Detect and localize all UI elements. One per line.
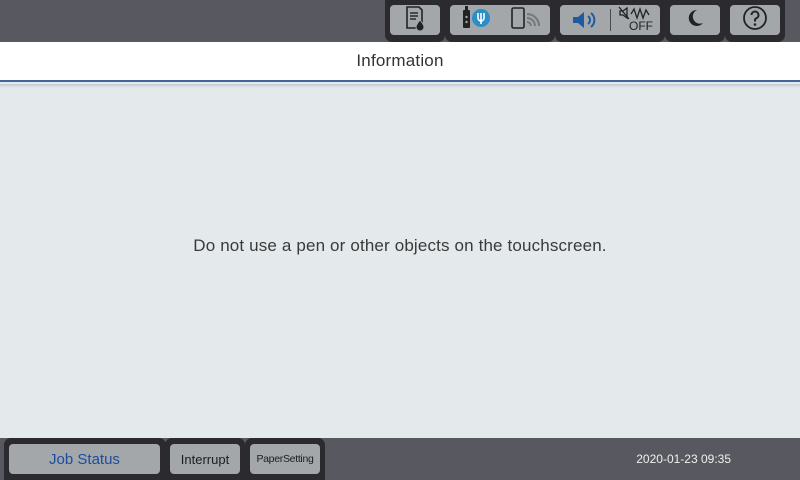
usb-device-icon: [457, 4, 493, 37]
paper-setting-button[interactable]: PaperSetting: [250, 444, 320, 474]
interrupt-label: Interrupt: [180, 451, 230, 467]
wifi-direct-button[interactable]: [500, 5, 550, 35]
paper-setting-group: PaperSetting: [245, 438, 325, 480]
datetime-display: 2020-01-23 09:35: [636, 452, 731, 466]
volume-divider: [610, 9, 611, 31]
document-toner-icon: [402, 5, 428, 36]
message-area: Do not use a pen or other objects on the…: [0, 88, 800, 438]
status-bar: OFF: [0, 0, 800, 42]
job-status-group: Job Status: [4, 438, 166, 480]
mute-off-label: OFF: [629, 19, 653, 33]
wifi-direct-icon: [507, 4, 543, 37]
paper-setting-label: PaperSetting: [256, 453, 314, 465]
status-group-sound: OFF: [555, 0, 665, 42]
page-title: Information: [356, 51, 444, 70]
usb-status-button[interactable]: [450, 5, 500, 35]
status-group-consumables: [385, 0, 445, 42]
status-group-connectivity: [445, 0, 555, 42]
help-button[interactable]: [730, 5, 780, 35]
bottom-bar: Job Status Interrupt PaperSetting 2020-0…: [0, 438, 800, 480]
information-message: Do not use a pen or other objects on the…: [193, 236, 607, 255]
sleep-moon-icon: [684, 7, 706, 34]
title-bar: Information: [0, 42, 800, 82]
status-group-help: [725, 0, 785, 42]
mute-off-icon: OFF: [617, 6, 655, 36]
job-status-button[interactable]: Job Status: [9, 444, 160, 474]
interrupt-group: Interrupt: [165, 438, 245, 480]
job-status-label: Job Status: [49, 450, 120, 468]
sleep-button[interactable]: [670, 5, 720, 35]
consumables-button[interactable]: [390, 5, 440, 35]
speaker-volume-icon: [570, 7, 600, 38]
status-group-sleep: [665, 0, 725, 42]
interrupt-button[interactable]: Interrupt: [170, 444, 240, 474]
help-icon: [742, 5, 768, 36]
